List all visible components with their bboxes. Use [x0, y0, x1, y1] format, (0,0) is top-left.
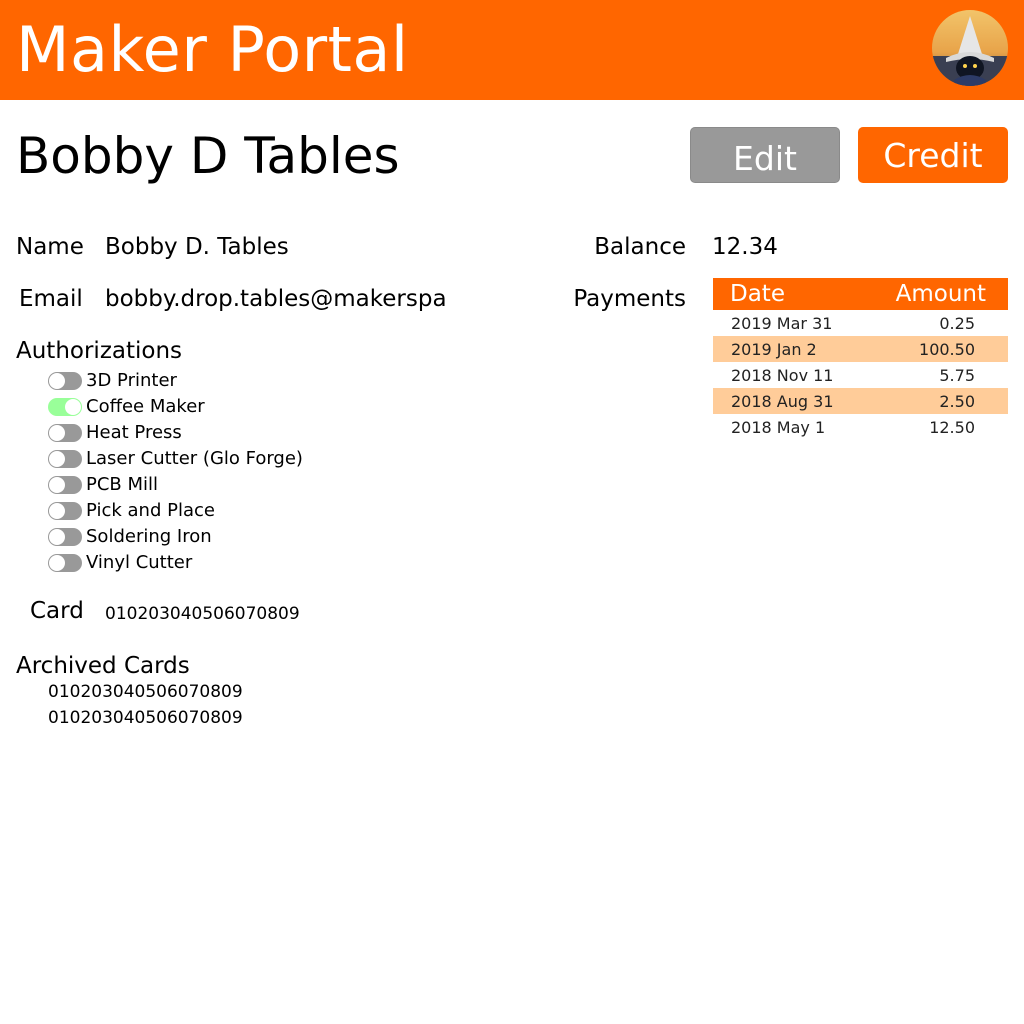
archived-card-item: 010203040506070809 [48, 682, 243, 702]
toggle-knob [65, 399, 81, 415]
payment-amount: 2.50 [939, 391, 975, 411]
table-row[interactable]: 2019 Mar 31 0.25 [713, 310, 1008, 336]
email-value: bobby.drop.tables@makerspa [105, 286, 447, 312]
toggle-soldering-iron[interactable] [48, 528, 82, 546]
authorization-label: Pick and Place [86, 500, 215, 521]
column-header-amount[interactable]: Amount [866, 278, 1008, 310]
payments-header-row: Date Amount [713, 278, 1008, 310]
authorization-label: PCB Mill [86, 474, 159, 495]
payment-date: 2019 Jan 2 [731, 339, 817, 359]
toggle-knob [49, 373, 65, 389]
payment-date: 2019 Mar 31 [731, 313, 833, 333]
card-label: Card [30, 598, 84, 624]
toggle-knob [49, 503, 65, 519]
balance-value: 12.34 [712, 234, 778, 260]
table-row[interactable]: 2018 Nov 11 5.75 [713, 362, 1008, 388]
table-row[interactable]: 2018 May 1 12.50 [713, 414, 1008, 440]
edit-button-label: Edit [733, 138, 797, 178]
authorization-item-3d-printer: 3D Printer [48, 368, 303, 394]
authorizations-list: 3D Printer Coffee Maker Heat Press Laser… [48, 368, 303, 576]
toggle-knob [49, 555, 65, 571]
edit-button[interactable]: Edit [690, 127, 840, 183]
app-title: Maker Portal [16, 13, 409, 86]
payments-label: Payments [573, 286, 686, 312]
toggle-coffee-maker[interactable] [48, 398, 82, 416]
credit-button[interactable]: Credit [858, 127, 1008, 183]
credit-button-label: Credit [883, 135, 983, 175]
authorization-label: Laser Cutter (Glo Forge) [86, 448, 303, 469]
toggle-knob [49, 425, 65, 441]
authorizations-heading: Authorizations [16, 338, 183, 364]
authorization-item-heat-press: Heat Press [48, 420, 303, 446]
payment-amount: 5.75 [939, 365, 975, 385]
toggle-knob [49, 529, 65, 545]
card-number: 010203040506070809 [105, 604, 300, 624]
toggle-pcb-mill[interactable] [48, 476, 82, 494]
authorization-label: Vinyl Cutter [86, 552, 193, 573]
payment-date: 2018 May 1 [731, 417, 826, 437]
payment-date: 2018 Nov 11 [731, 365, 834, 385]
authorization-label: 3D Printer [86, 370, 177, 391]
authorization-label: Coffee Maker [86, 396, 205, 417]
app-header: Maker Portal [0, 0, 1024, 100]
page-title: Bobby D Tables [16, 127, 400, 185]
authorization-item-soldering-iron: Soldering Iron [48, 524, 303, 550]
toggle-vinyl-cutter[interactable] [48, 554, 82, 572]
toggle-knob [49, 451, 65, 467]
archived-card-item: 010203040506070809 [48, 708, 243, 728]
payment-amount: 100.50 [919, 339, 975, 359]
name-value: Bobby D. Tables [105, 234, 289, 260]
name-label: Name [16, 234, 84, 260]
table-row[interactable]: 2018 Aug 31 2.50 [713, 388, 1008, 414]
balance-label: Balance [594, 234, 686, 260]
payment-amount: 12.50 [929, 417, 975, 437]
user-avatar-icon[interactable] [932, 10, 1008, 86]
authorization-item-coffee-maker: Coffee Maker [48, 394, 303, 420]
toggle-heat-press[interactable] [48, 424, 82, 442]
authorization-item-laser-cutter: Laser Cutter (Glo Forge) [48, 446, 303, 472]
table-row[interactable]: 2019 Jan 2 100.50 [713, 336, 1008, 362]
toggle-pick-and-place[interactable] [48, 502, 82, 520]
authorization-label: Soldering Iron [86, 526, 212, 547]
payment-date: 2018 Aug 31 [731, 391, 834, 411]
archived-cards-heading: Archived Cards [16, 653, 190, 679]
authorization-label: Heat Press [86, 422, 182, 443]
authorization-item-vinyl-cutter: Vinyl Cutter [48, 550, 303, 576]
avatar-image [932, 10, 1008, 86]
email-label: Email [19, 286, 83, 312]
payments-table: Date Amount 2019 Mar 31 0.25 2019 Jan 2 … [713, 278, 1008, 440]
column-header-date[interactable]: Date [713, 278, 866, 310]
authorization-item-pick-and-place: Pick and Place [48, 498, 303, 524]
toggle-laser-cutter[interactable] [48, 450, 82, 468]
toggle-3d-printer[interactable] [48, 372, 82, 390]
toggle-knob [49, 477, 65, 493]
payment-amount: 0.25 [939, 313, 975, 333]
authorization-item-pcb-mill: PCB Mill [48, 472, 303, 498]
